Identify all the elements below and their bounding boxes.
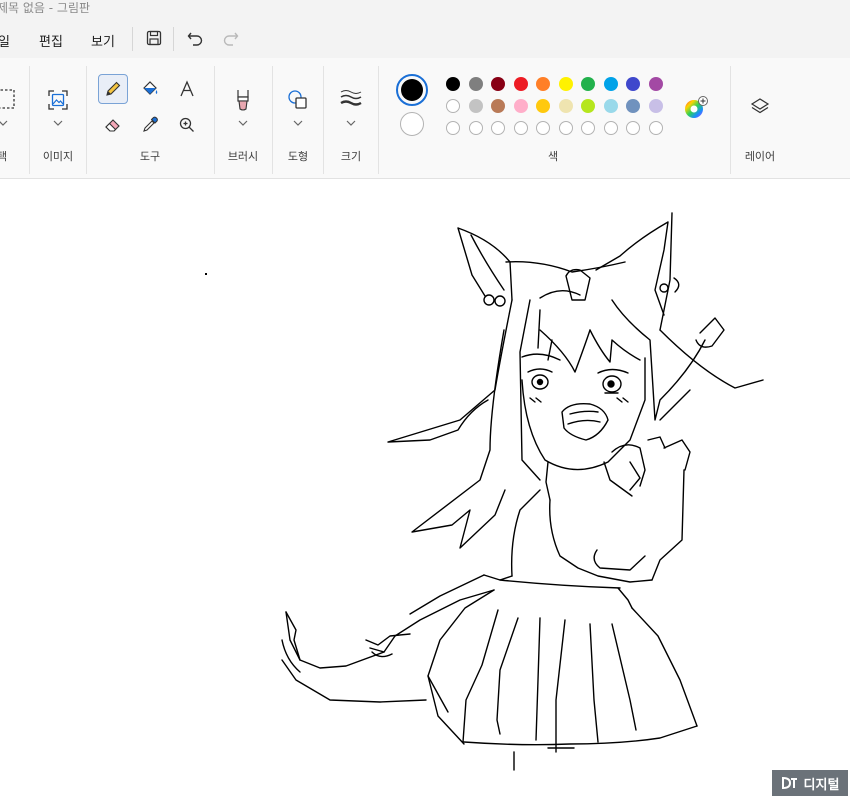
color-swatch[interactable] bbox=[581, 77, 595, 91]
undo-icon[interactable] bbox=[186, 29, 204, 47]
chevron-down-icon[interactable] bbox=[0, 120, 8, 126]
color-swatch[interactable] bbox=[536, 77, 550, 91]
fill-icon bbox=[143, 81, 158, 95]
menu-bar: 일 편집 보기 bbox=[0, 18, 850, 58]
color-swatch[interactable] bbox=[626, 77, 640, 91]
pencil-icon bbox=[106, 81, 121, 96]
empty-color-slot[interactable] bbox=[558, 121, 573, 135]
redo-icon[interactable] bbox=[222, 29, 240, 47]
empty-color-slot[interactable] bbox=[648, 121, 663, 135]
menu-edit[interactable]: 편집 bbox=[39, 31, 63, 50]
color-swatch[interactable] bbox=[468, 77, 483, 91]
color-swatch[interactable] bbox=[648, 77, 663, 91]
color-swatch[interactable] bbox=[603, 77, 618, 91]
group-label-select: 택 bbox=[0, 150, 8, 163]
color-swatch[interactable] bbox=[491, 99, 505, 113]
color-swatch[interactable] bbox=[468, 99, 483, 113]
color-swatch[interactable] bbox=[513, 77, 528, 91]
fill-tool-button[interactable] bbox=[135, 74, 165, 104]
menu-view[interactable]: 보기 bbox=[91, 31, 115, 50]
window-title: 제목 없음 - 그림판 bbox=[0, 1, 91, 15]
layers-icon[interactable] bbox=[749, 96, 771, 118]
group-divider bbox=[323, 66, 324, 174]
canvas-drawing bbox=[205, 212, 764, 771]
menu-file[interactable]: 일 bbox=[0, 31, 10, 50]
color-swatch[interactable] bbox=[491, 77, 505, 91]
save-icon[interactable] bbox=[145, 29, 163, 47]
watermark-text: 디지털 bbox=[803, 777, 840, 793]
color-swatch[interactable] bbox=[626, 99, 640, 113]
empty-color-slot[interactable] bbox=[468, 121, 483, 135]
color-swatch[interactable] bbox=[558, 99, 573, 113]
shapes-icon[interactable] bbox=[286, 88, 310, 112]
color-swatch[interactable] bbox=[603, 99, 618, 113]
edit-colors-icon[interactable] bbox=[683, 96, 709, 122]
pencil-tool-button[interactable] bbox=[98, 74, 128, 104]
color-swatch[interactable] bbox=[446, 99, 460, 113]
eraser-tool-button[interactable] bbox=[98, 110, 128, 140]
group-divider bbox=[29, 66, 30, 174]
eraser-icon bbox=[105, 119, 120, 132]
image-icon[interactable] bbox=[46, 88, 70, 112]
color-swatch[interactable] bbox=[558, 77, 573, 91]
size-icon[interactable] bbox=[339, 88, 363, 108]
group-divider bbox=[86, 66, 87, 174]
empty-color-slot[interactable] bbox=[491, 121, 505, 135]
group-label-colors: 색 bbox=[547, 150, 559, 163]
text-tool-button[interactable] bbox=[172, 74, 202, 104]
group-divider bbox=[730, 66, 731, 174]
color-swatch[interactable] bbox=[581, 99, 595, 113]
color-swatch[interactable] bbox=[648, 99, 663, 113]
drawing-canvas[interactable] bbox=[0, 179, 850, 796]
text-icon bbox=[180, 80, 194, 97]
chevron-down-icon[interactable] bbox=[346, 120, 356, 126]
magnifier-tool-button[interactable] bbox=[172, 110, 202, 140]
empty-color-slot[interactable] bbox=[581, 121, 595, 135]
select-icon[interactable] bbox=[0, 88, 16, 110]
primary-color-swatch bbox=[401, 79, 423, 101]
color-swatch[interactable] bbox=[536, 99, 550, 113]
group-label-shapes: 도형 bbox=[287, 150, 309, 163]
group-divider bbox=[214, 66, 215, 174]
secondary-color-button[interactable] bbox=[400, 112, 424, 136]
group-label-tools: 도구 bbox=[139, 150, 161, 163]
primary-color-button[interactable] bbox=[396, 74, 428, 106]
chevron-down-icon[interactable] bbox=[293, 120, 303, 126]
ribbon-toolbar: 택 이미지 도구 브러시 도형 크기 색 레이어 bbox=[0, 58, 850, 179]
logo-icon bbox=[781, 776, 797, 790]
empty-color-slot[interactable] bbox=[513, 121, 528, 135]
brush-icon[interactable] bbox=[232, 88, 254, 112]
chevron-down-icon[interactable] bbox=[53, 120, 63, 126]
empty-color-slot[interactable] bbox=[626, 121, 640, 135]
group-label-image: 이미지 bbox=[42, 150, 74, 163]
empty-color-slot[interactable] bbox=[603, 121, 618, 135]
color-picker-icon bbox=[143, 116, 158, 132]
menu-divider bbox=[132, 27, 133, 51]
empty-color-slot[interactable] bbox=[446, 121, 460, 135]
color-swatch[interactable] bbox=[513, 99, 528, 113]
watermark-badge: 디지털 bbox=[772, 770, 848, 796]
menu-divider bbox=[173, 27, 174, 51]
chevron-down-icon[interactable] bbox=[238, 120, 248, 126]
group-divider bbox=[378, 66, 379, 174]
color-picker-tool-button[interactable] bbox=[135, 110, 165, 140]
title-bar: 제목 없음 - 그림판 bbox=[0, 0, 850, 18]
empty-color-slot[interactable] bbox=[536, 121, 550, 135]
group-label-layers[interactable]: 레이어 bbox=[745, 148, 775, 164]
group-divider bbox=[272, 66, 273, 174]
magnifier-icon bbox=[179, 117, 194, 132]
group-label-brushes: 브러시 bbox=[227, 150, 259, 163]
group-label-size: 크기 bbox=[340, 150, 362, 163]
color-swatch[interactable] bbox=[446, 77, 460, 91]
